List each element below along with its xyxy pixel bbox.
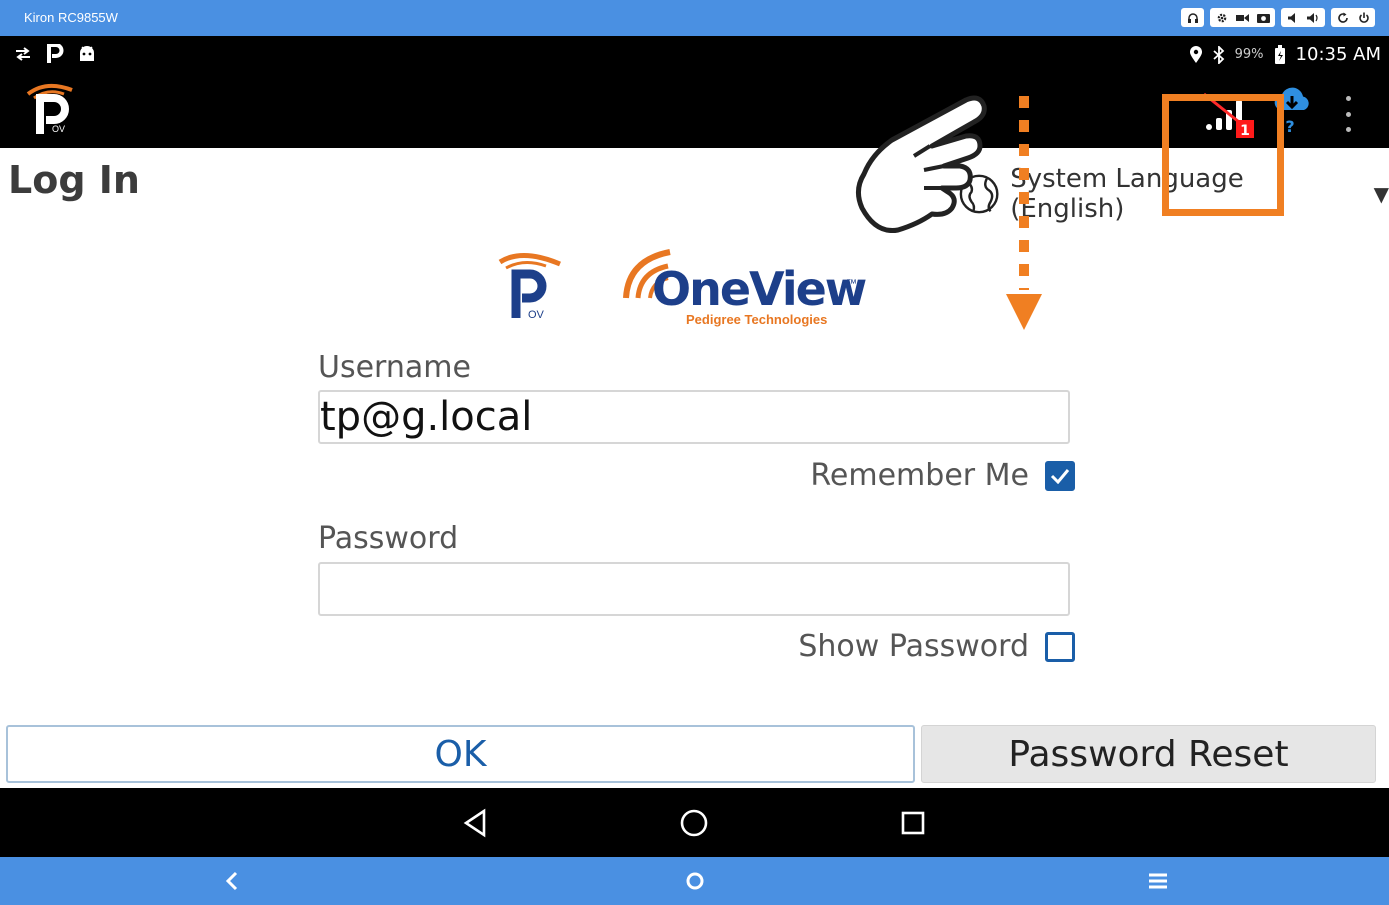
sync-badge-text: ? [1285,117,1294,136]
password-input[interactable] [318,562,1070,616]
password-label: Password [318,521,459,556]
android-status-bar: 99% 10:35 AM [0,36,1389,76]
brand-tm: ™ [846,278,857,290]
emulator-back-chevron-icon[interactable] [220,869,244,893]
remember-me-row[interactable]: Remember Me [810,458,1075,493]
headset-icon[interactable] [1183,9,1202,26]
dashed-down-arrow-icon [1006,96,1042,330]
show-password-label: Show Password [798,629,1029,664]
power-icon[interactable] [1354,9,1373,26]
emulator-group-volume [1281,8,1325,27]
emulator-title: Kiron RC9855W [24,10,118,25]
emulator-controls [1181,8,1375,27]
data-transfer-icon [16,47,30,61]
video-camera-icon[interactable] [1233,9,1252,26]
emulator-group-power [1331,8,1375,27]
device-screen: 99% 10:35 AM OV 1 ? Log In System Langua… [0,36,1389,857]
emulator-menu-icon[interactable] [1146,869,1170,893]
app-logo-ov-text: OV [52,124,65,134]
show-password-row[interactable]: Show Password [798,629,1075,664]
home-circle-icon[interactable] [677,806,711,840]
username-input[interactable] [318,390,1070,444]
remember-me-checkbox[interactable] [1045,460,1075,491]
password-reset-button[interactable]: Password Reset [921,725,1376,783]
brand-name: OneView [652,262,867,316]
pov-logo-icon: OV [498,252,561,321]
battery-percent: 99% [1234,47,1264,62]
back-triangle-icon[interactable] [458,806,492,840]
status-time: 10:35 AM [1295,44,1381,65]
status-right-icons: 99% 10:35 AM [1189,44,1381,65]
screenshot-camera-icon[interactable] [1254,9,1273,26]
settings-gear-icon[interactable] [1212,9,1231,26]
username-label: Username [318,350,471,385]
show-password-checkbox[interactable] [1045,631,1075,662]
rotate-icon[interactable] [1333,9,1352,26]
emulator-group-headset [1181,8,1204,27]
status-left-icons [14,44,96,64]
brand-subtitle: Pedigree Technologies [686,312,828,327]
battery-icon [1274,44,1285,64]
volume-down-icon[interactable] [1283,9,1302,26]
recents-square-icon[interactable] [896,806,930,840]
pointing-hand-icon [856,95,987,234]
location-pin-icon [1189,45,1202,63]
android-robot-icon [80,46,94,61]
android-nav-bar [0,788,1389,857]
page-title: Log In [8,158,140,202]
emulator-title-bar: Kiron RC9855W [0,0,1389,36]
overflow-menu-icon[interactable] [1336,96,1360,132]
emulator-group-media [1210,8,1275,27]
volume-up-icon[interactable] [1304,9,1323,26]
app-logo-icon: OV [26,83,73,134]
ok-button[interactable]: OK [6,725,915,783]
dropdown-arrow-icon: ▼ [1373,182,1389,206]
brand-logos: OV OneView ™ Pedigree Technologies [494,242,874,334]
signal-highlight-box [1162,94,1284,216]
emulator-home-circle-icon[interactable] [683,869,707,893]
emulator-nav-bar [0,857,1389,905]
pov-logo-text: OV [528,309,545,321]
parking-app-icon [47,44,64,63]
remember-me-label: Remember Me [810,458,1029,493]
bluetooth-icon [1213,45,1224,64]
